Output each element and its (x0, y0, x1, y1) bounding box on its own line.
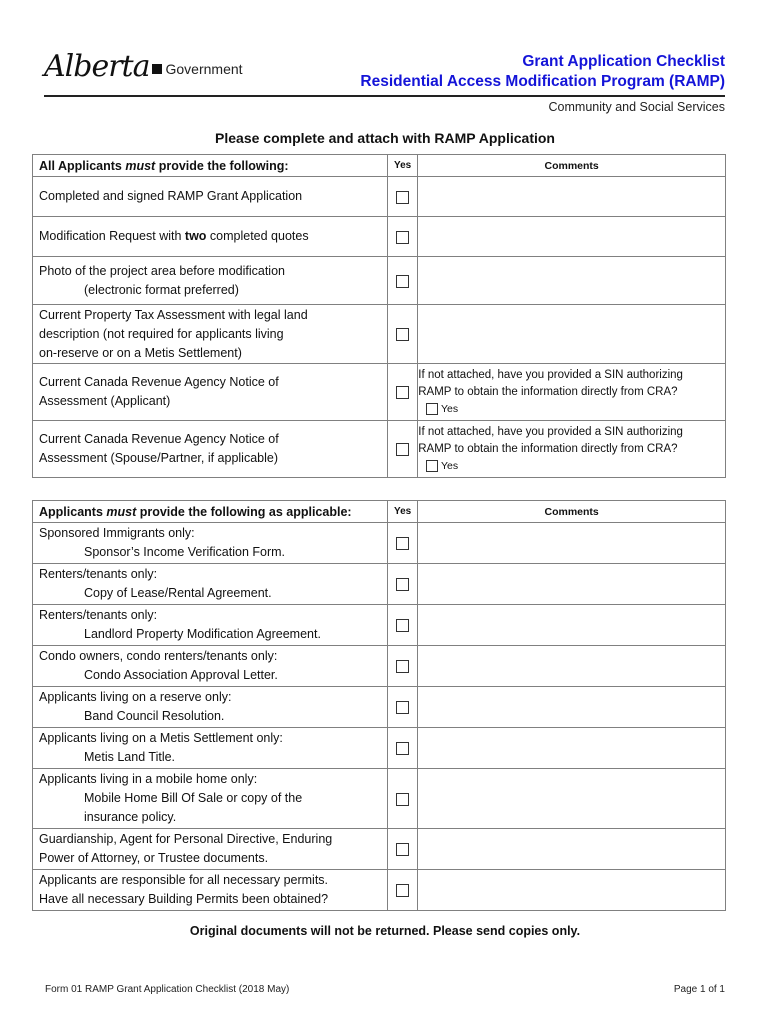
comments-field[interactable] (417, 869, 726, 911)
yes-checkbox[interactable] (396, 328, 410, 342)
checklist-item: Guardianship, Agent for Personal Directi… (32, 828, 388, 870)
table-row: Current Canada Revenue Agency Notice of … (32, 363, 726, 421)
table-row: Current Canada Revenue Agency Notice of … (32, 420, 726, 478)
yes-checkbox[interactable] (396, 230, 410, 244)
table-row: Applicants living in a mobile home only:… (32, 768, 726, 829)
document-title: Grant Application Checklist (522, 53, 725, 70)
column-header-comments: Comments (417, 154, 726, 177)
checklist-item: Applicants living on a reserve only: Band… (32, 686, 388, 728)
yes-checkbox[interactable] (396, 386, 410, 400)
comments-field[interactable] (417, 604, 726, 646)
table-row: Guardianship, Agent for Personal Directi… (32, 828, 726, 870)
checklist-item: Applicants living on a Metis Settlement … (32, 727, 388, 769)
table-row: Applicants living on a reserve only: Band… (32, 686, 726, 728)
header-rule (44, 95, 725, 97)
table-row: Applicants are responsible for all neces… (32, 869, 726, 911)
comments-field[interactable] (417, 522, 726, 564)
checklist-item: Applicants living in a mobile home only:… (32, 768, 388, 829)
yes-checkbox[interactable] (396, 619, 410, 633)
sin-yes-checkbox[interactable] (426, 459, 439, 472)
checklist-item: Renters/tenants only: Copy of Lease/Renta… (32, 563, 388, 605)
comments-field[interactable] (417, 727, 726, 769)
required-documents-table: All Applicants must provide the followin… (32, 154, 726, 478)
yes-checkbox[interactable] (396, 190, 410, 204)
checklist-item: Applicants are responsible for all neces… (32, 869, 388, 911)
checklist-item: Completed and signed RAMP Grant Applicat… (32, 176, 388, 217)
checklist-item: Current Canada Revenue Agency Notice of … (32, 420, 388, 478)
yes-checkbox[interactable] (396, 792, 410, 806)
checklist-item: Modification Request with two completed … (32, 216, 388, 257)
sin-question: If not attached, have you provided a SIN… (418, 368, 683, 381)
table-row: Modification Request with two completed … (32, 216, 726, 257)
checklist-item: Renters/tenants only: Landlord Property M… (32, 604, 388, 646)
sin-question: If not attached, have you provided a SIN… (418, 425, 683, 438)
column-header-items: All Applicants must provide the followin… (32, 154, 388, 177)
checklist-item: Sponsored Immigrants only: Sponsor’s Inco… (32, 522, 388, 564)
comments-field[interactable] (417, 176, 726, 217)
comments-field[interactable] (417, 563, 726, 605)
checklist-item: Condo owners, condo renters/tenants only… (32, 645, 388, 687)
yes-checkbox[interactable] (396, 701, 410, 715)
column-header-comments: Comments (417, 500, 726, 523)
table-row: Sponsored Immigrants only: Sponsor’s Inco… (32, 522, 726, 564)
column-header-yes: Yes (386, 154, 419, 177)
yes-checkbox[interactable] (396, 843, 410, 857)
comments-field[interactable] (417, 216, 726, 257)
logo-government-text: Government (165, 61, 243, 77)
comments-field[interactable] (417, 828, 726, 870)
comments-field: If not attached, have you provided a SIN… (417, 363, 726, 421)
document-title-block: Grant Application Checklist Residential … (360, 52, 725, 92)
table-row: Applicants living on a Metis Settlement … (32, 727, 726, 769)
checklist-item: Current Canada Revenue Agency Notice of … (32, 363, 388, 421)
yes-checkbox[interactable] (396, 443, 410, 457)
yes-checkbox[interactable] (396, 884, 410, 898)
section-title: Please complete and attach with RAMP App… (215, 130, 555, 146)
applicable-documents-table: Applicants must provide the following as… (32, 500, 726, 911)
page-number: Page 1 of 1 (673, 984, 725, 995)
form-identifier: Form 01 RAMP Grant Application Checklist… (45, 984, 290, 995)
program-title: Residential Access Modification Program … (360, 73, 725, 90)
table-header-row: All Applicants must provide the followin… (32, 154, 726, 177)
copies-only-notice: Original documents will not be returned.… (189, 924, 581, 938)
table-row: Condo owners, condo renters/tenants only… (32, 645, 726, 687)
comments-field[interactable] (417, 304, 726, 364)
table-row: Renters/tenants only: Landlord Property M… (32, 604, 726, 646)
yes-checkbox[interactable] (396, 578, 410, 592)
logo-wordmark: Alberta (44, 48, 150, 84)
comments-field[interactable] (417, 686, 726, 728)
department-name: Community and Social Services (548, 100, 725, 114)
table-row: Renters/tenants only: Copy of Lease/Renta… (32, 563, 726, 605)
yes-checkbox[interactable] (396, 274, 410, 288)
comments-field[interactable] (417, 256, 726, 305)
table-row: Current Property Tax Assessment with leg… (32, 304, 726, 364)
yes-checkbox[interactable] (396, 660, 410, 674)
comments-field: If not attached, have you provided a SIN… (417, 420, 726, 478)
yes-checkbox[interactable] (396, 742, 410, 756)
yes-checkbox[interactable] (396, 537, 410, 551)
column-header-yes: Yes (386, 500, 419, 523)
comments-field[interactable] (417, 645, 726, 687)
alberta-government-logo: Alberta Government (44, 46, 243, 86)
checklist-item: Current Property Tax Assessment with leg… (32, 304, 388, 364)
sin-yes-checkbox[interactable] (426, 402, 439, 415)
table-row: Photo of the project area before modific… (32, 256, 726, 305)
table-row: Completed and signed RAMP Grant Applicat… (32, 176, 726, 217)
table-header-row: Applicants must provide the following as… (32, 500, 726, 523)
logo-flag-icon (151, 64, 162, 74)
column-header-items: Applicants must provide the following as… (32, 500, 388, 523)
checklist-item: Photo of the project area before modific… (32, 256, 388, 305)
comments-field[interactable] (417, 768, 726, 829)
